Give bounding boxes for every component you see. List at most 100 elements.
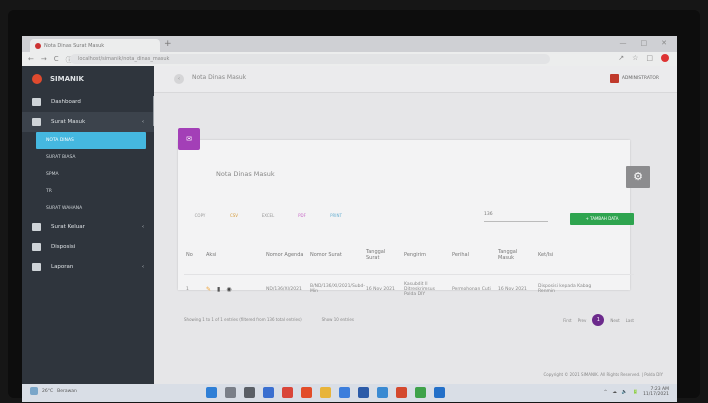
chevron-left-icon: ‹: [142, 264, 144, 270]
page-next[interactable]: Next: [610, 318, 619, 323]
tab-search-icon[interactable]: □: [646, 54, 653, 62]
sidebar-item-label: Dashboard: [51, 99, 81, 105]
column-header[interactable]: Tanggal Surat: [364, 249, 402, 261]
sidebar-item-surat-masuk[interactable]: Surat Masuk ‹: [22, 112, 154, 132]
column-header[interactable]: Perihal: [450, 252, 496, 258]
tray-cloud-icon[interactable]: ☁: [612, 390, 617, 395]
search-icon[interactable]: [225, 387, 236, 398]
url-input[interactable]: localhost/simanik/nota_dinas_masuk: [70, 54, 550, 64]
app-icon-store[interactable]: [339, 387, 350, 398]
page-title: Nota Dinas Masuk: [192, 74, 247, 81]
chat-icon[interactable]: [263, 387, 274, 398]
weather-widget[interactable]: 26°C Berawan: [30, 387, 77, 395]
table-footer: Showing 1 to 1 of 1 entries (filtered fr…: [184, 314, 634, 326]
battery-icon[interactable]: 🔋: [632, 390, 638, 395]
column-header[interactable]: Pengirim: [402, 252, 450, 258]
weather-temp: 26°C: [42, 388, 54, 394]
back-icon[interactable]: ←: [28, 55, 34, 65]
page-last[interactable]: Last: [626, 318, 634, 323]
opera-icon[interactable]: [396, 387, 407, 398]
sidebar-item-dashboard[interactable]: Dashboard: [22, 92, 154, 112]
export-buttons: COPY CSV EXCEL PDF PRINT: [186, 212, 350, 220]
windows-start-icon[interactable]: [206, 387, 217, 398]
minimize-button[interactable]: —: [620, 39, 627, 47]
show-entries-select[interactable]: Show 10 entries: [322, 317, 354, 322]
clock[interactable]: 7:23 AM 11/17/2021: [643, 387, 669, 397]
sidebar-subitem-tr[interactable]: TR: [22, 183, 154, 200]
volume-icon[interactable]: 🔈: [622, 390, 628, 395]
mail-app-icon[interactable]: [377, 387, 388, 398]
profile-icon[interactable]: [661, 54, 669, 62]
tab-title: Nota Dinas Surat Masuk: [44, 42, 105, 49]
cell-pengirim: Kasubdit II Ditreskrimsus Polda DIY: [404, 281, 435, 297]
sidebar-item-laporan[interactable]: Laporan ‹: [22, 257, 154, 277]
pagination: First Prev 1 Next Last: [563, 314, 634, 326]
close-window-button[interactable]: ✕: [661, 39, 667, 47]
sidebar-item-disposisi[interactable]: Disposisi: [22, 237, 154, 257]
app-icon-powerpoint[interactable]: [301, 387, 312, 398]
sidebar-item-label: Surat Masuk: [51, 119, 86, 125]
page-current[interactable]: 1: [592, 314, 605, 326]
browser-nav: ← → C ⓘ: [28, 55, 73, 65]
maximize-button[interactable]: □: [641, 39, 648, 47]
weather-desc: Berawan: [57, 388, 77, 394]
screen: Nota Dinas Surat Masuk + — □ ✕ ← → C ⓘ l…: [22, 36, 677, 402]
sidebar-subitem-nota-dinas[interactable]: NOTA DINAS: [36, 132, 146, 149]
user-name: ADMINISTRATOR: [621, 76, 659, 81]
new-tab-button[interactable]: +: [164, 39, 172, 49]
window-controls: — □ ✕: [620, 39, 668, 47]
taskbar-apps: [206, 387, 445, 398]
brand[interactable]: SIMANIK: [22, 66, 154, 92]
cell-perihal: Permohonan Cuti: [452, 286, 491, 292]
tray-overflow-icon[interactable]: ^: [604, 390, 608, 395]
task-view-icon[interactable]: [244, 387, 255, 398]
sidebar-subitem-surat-wahana[interactable]: SURAT WAHANA: [22, 200, 154, 217]
app-icon-word[interactable]: [358, 387, 369, 398]
menu-toggle-button[interactable]: ‹: [174, 74, 184, 84]
column-header[interactable]: Ket/Isi: [536, 252, 594, 258]
bookmark-star-icon[interactable]: ☆: [632, 54, 638, 62]
sidebar-subitem-surat-biasa[interactable]: SURAT BIASA: [22, 149, 154, 166]
app-icon-office[interactable]: [282, 387, 293, 398]
os-taskbar: 26°C Berawan ^ ☁ 🔈 🔋 7:23 AM 11/17/2021: [22, 384, 677, 402]
page-first[interactable]: First: [563, 318, 571, 323]
favicon-icon: [35, 42, 41, 49]
column-header[interactable]: Nomor Agenda: [264, 252, 308, 258]
column-header[interactable]: Nomor Surat: [308, 252, 364, 258]
cell-tanggal-surat: 16 Nov 2021: [366, 286, 395, 292]
column-header[interactable]: Aksi: [204, 252, 264, 258]
chrome-icon[interactable]: [415, 387, 426, 398]
main-content: ‹ Nota Dinas Masuk ADMINISTRATOR ✉ Nota …: [154, 66, 677, 384]
pdf-button[interactable]: PDF: [288, 212, 316, 220]
forward-icon[interactable]: →: [41, 55, 47, 65]
gear-icon[interactable]: ⚙: [626, 166, 650, 188]
chevron-left-icon: ‹: [142, 119, 144, 125]
eye-icon[interactable]: ◉: [226, 286, 231, 293]
app-icon-misc[interactable]: [434, 387, 445, 398]
copy-button[interactable]: COPY: [186, 212, 214, 220]
page-prev[interactable]: Prev: [578, 318, 587, 323]
browser-tab[interactable]: Nota Dinas Surat Masuk: [30, 39, 160, 52]
csv-button[interactable]: CSV: [220, 212, 248, 220]
report-icon: [32, 263, 41, 271]
sidebar-item-surat-keluar[interactable]: Surat Keluar ‹: [22, 217, 154, 237]
edit-icon[interactable]: ✎: [206, 286, 211, 293]
row-actions: ✎ ▮ ◉: [204, 286, 264, 293]
sidebar-subitem-spma[interactable]: SPMA: [22, 166, 154, 183]
browser-tab-bar: Nota Dinas Surat Masuk + — □ ✕: [22, 36, 677, 52]
file-explorer-icon[interactable]: [320, 387, 331, 398]
share-icon[interactable]: ↗: [618, 54, 624, 62]
add-data-button[interactable]: + TAMBAH DATA: [570, 213, 634, 225]
search-input[interactable]: 136: [484, 212, 548, 222]
browser-tools: ↗ ☆ □: [618, 54, 669, 62]
column-header[interactable]: No: [184, 252, 204, 258]
print-button[interactable]: PRINT: [322, 212, 350, 220]
chevron-left-icon: ‹: [142, 224, 144, 230]
column-header[interactable]: Tanggal Masuk: [496, 249, 536, 261]
excel-button[interactable]: EXCEL: [254, 212, 282, 220]
cell-agenda: ND/136/XI/2021: [266, 286, 302, 292]
clock-date: 11/17/2021: [643, 392, 669, 397]
user-menu[interactable]: ADMINISTRATOR: [609, 74, 659, 83]
trash-icon[interactable]: ▮: [217, 286, 220, 293]
reload-icon[interactable]: C: [54, 55, 59, 65]
